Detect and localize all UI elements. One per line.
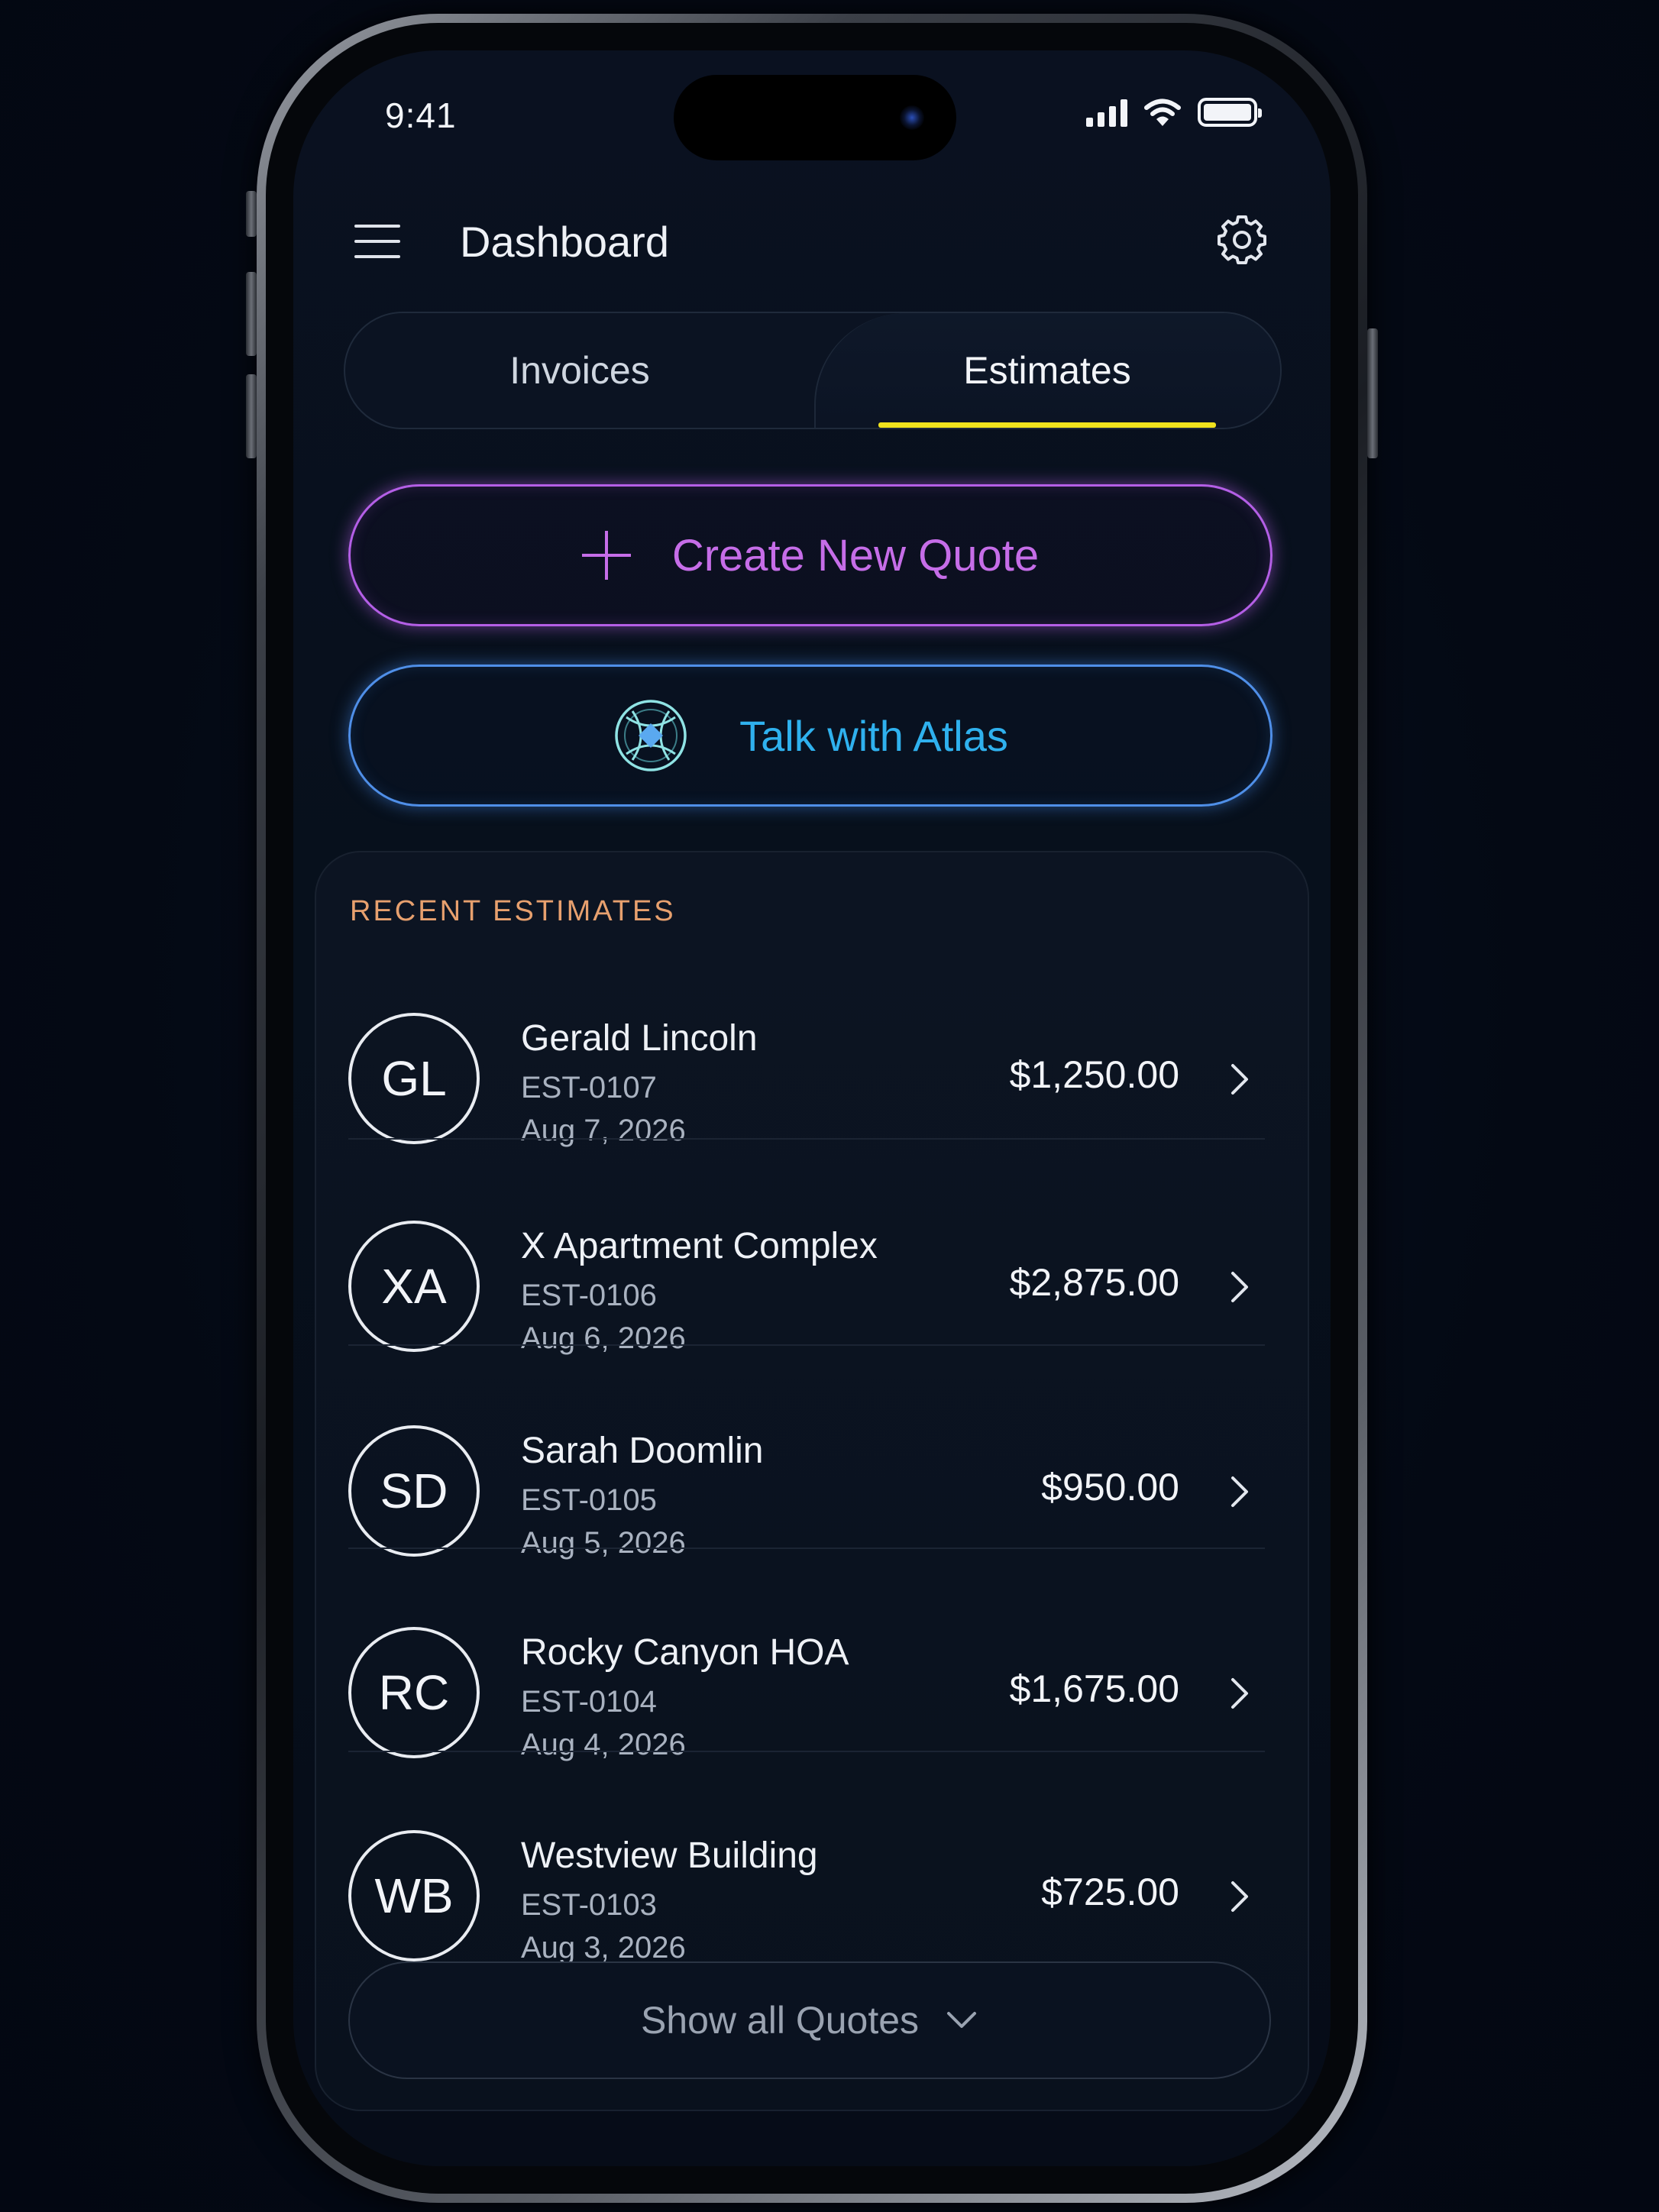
- chevron-right-icon: [1231, 1881, 1248, 1912]
- chevron-right-icon: [1231, 1064, 1248, 1095]
- estimate-row[interactable]: GL Gerald Lincoln EST-0107 Aug 7, 2026 $…: [348, 967, 1265, 1170]
- status-icons: [1086, 98, 1262, 127]
- cellular-signal-icon: [1086, 98, 1127, 127]
- estimate-date: Aug 3, 2026: [521, 1931, 686, 1965]
- chevron-right-icon: [1231, 1272, 1248, 1302]
- estimate-id: EST-0104: [521, 1685, 657, 1719]
- tab-invoices[interactable]: Invoices: [345, 313, 814, 428]
- tab-estimates[interactable]: Estimates: [814, 313, 1280, 428]
- client-name: Sarah Doomlin: [521, 1431, 764, 1471]
- row-divider: [348, 1344, 1265, 1346]
- estimate-row[interactable]: WB Westview Building EST-0103 Aug 3, 202…: [348, 1784, 1265, 1987]
- stage: 9:41 Dashboard Invoices Estimates Create…: [0, 0, 1659, 2212]
- estimate-row[interactable]: XA X Apartment Complex EST-0106 Aug 6, 2…: [348, 1175, 1265, 1378]
- segmented-tabs: Invoices Estimates: [344, 312, 1282, 429]
- front-camera-icon: [900, 105, 924, 130]
- estimate-row[interactable]: RC Rocky Canyon HOA EST-0104 Aug 4, 2026…: [348, 1581, 1265, 1784]
- gear-icon[interactable]: [1214, 212, 1269, 267]
- avatar: GL: [348, 1013, 480, 1144]
- avatar: WB: [348, 1830, 480, 1961]
- side-button-volume-down: [246, 374, 257, 458]
- chevron-right-icon: [1231, 1678, 1248, 1709]
- avatar: XA: [348, 1221, 480, 1352]
- wifi-icon: [1144, 99, 1181, 126]
- battery-icon: [1198, 98, 1262, 127]
- side-button-power: [1367, 328, 1378, 458]
- client-name: Rocky Canyon HOA: [521, 1632, 849, 1673]
- talk-with-atlas-button[interactable]: Talk with Atlas: [348, 665, 1273, 807]
- estimate-date: Aug 6, 2026: [521, 1321, 686, 1355]
- client-name: Gerald Lincoln: [521, 1018, 758, 1059]
- create-new-quote-label: Create New Quote: [671, 530, 1040, 580]
- estimate-amount: $1,675.00: [1009, 1667, 1179, 1710]
- estimate-id: EST-0105: [521, 1483, 657, 1517]
- atlas-logo-icon: [615, 700, 687, 771]
- estimate-date: Aug 4, 2026: [521, 1728, 686, 1761]
- row-divider: [348, 1751, 1265, 1752]
- plus-icon: [581, 531, 631, 580]
- client-name: X Apartment Complex: [521, 1226, 878, 1266]
- side-button-silent: [246, 191, 257, 237]
- estimate-id: EST-0106: [521, 1279, 657, 1312]
- chevron-down-icon: [947, 2012, 977, 2028]
- avatar: SD: [348, 1425, 480, 1557]
- chevron-right-icon: [1231, 1476, 1248, 1507]
- create-new-quote-button[interactable]: Create New Quote: [348, 484, 1273, 626]
- page-title: Dashboard: [460, 218, 669, 266]
- estimate-row[interactable]: SD Sarah Doomlin EST-0105 Aug 5, 2026 $9…: [348, 1379, 1265, 1583]
- row-divider: [348, 1138, 1265, 1140]
- dynamic-island: [674, 75, 956, 160]
- estimate-amount: $725.00: [1041, 1871, 1179, 1913]
- side-button-volume-up: [246, 272, 257, 356]
- estimate-id: EST-0107: [521, 1071, 657, 1104]
- estimate-date: Aug 5, 2026: [521, 1526, 686, 1560]
- show-all-quotes-button[interactable]: Show all Quotes: [348, 1961, 1271, 2079]
- phone-screen: 9:41 Dashboard Invoices Estimates Create…: [293, 50, 1331, 2166]
- avatar: RC: [348, 1627, 480, 1758]
- estimate-amount: $950.00: [1041, 1466, 1179, 1509]
- client-name: Westview Building: [521, 1835, 818, 1876]
- estimate-amount: $2,875.00: [1009, 1261, 1179, 1304]
- estimate-date: Aug 7, 2026: [521, 1114, 686, 1147]
- status-time: 9:41: [385, 95, 457, 135]
- talk-with-atlas-label: Talk with Atlas: [739, 711, 1008, 760]
- estimate-id: EST-0103: [521, 1888, 657, 1922]
- hamburger-menu-icon[interactable]: [354, 225, 400, 260]
- estimate-amount: $1,250.00: [1009, 1053, 1179, 1096]
- row-divider: [348, 1547, 1265, 1549]
- section-title: RECENT ESTIMATES: [350, 895, 676, 927]
- active-tab-indicator: [878, 422, 1216, 428]
- show-all-quotes-label: Show all Quotes: [640, 1999, 920, 2042]
